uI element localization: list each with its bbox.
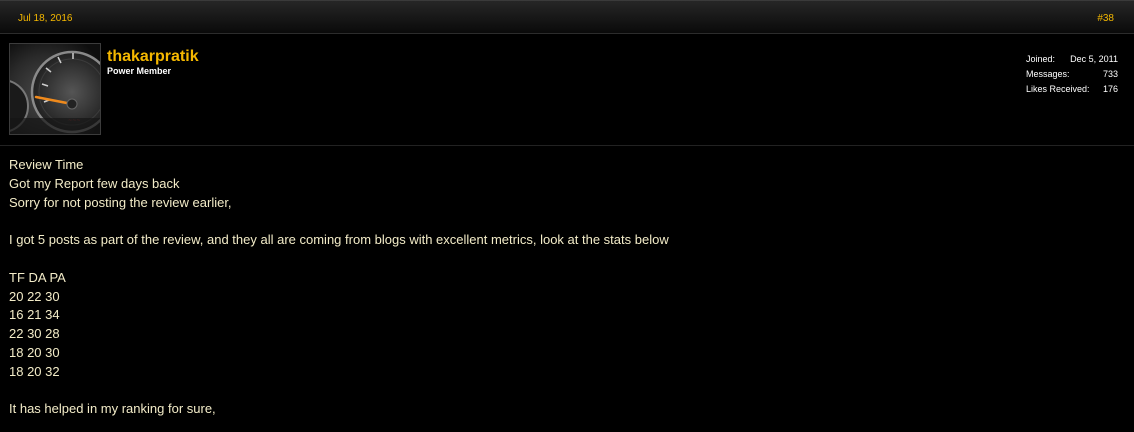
message-line: 18 20 32 [9, 363, 60, 379]
message-line: I got 5 posts as part of the review, and… [9, 232, 669, 248]
stat-label: Likes Received: [1026, 84, 1090, 94]
stat-messages: Messages: 733 [1026, 67, 1118, 82]
message-line: 18 20 30 [9, 344, 60, 360]
message-line [9, 382, 1119, 401]
message-line: 22 30 28 [9, 326, 60, 342]
stat-label: Joined: [1026, 54, 1056, 64]
message-line: Sorry for not posting the review earlier… [9, 194, 232, 210]
username-link[interactable]: thakarpratik [107, 48, 199, 66]
stat-label: Messages: [1026, 69, 1070, 79]
stat-joined: Joined: Dec 5, 2011 [1026, 52, 1118, 67]
post-date[interactable]: Jul 18, 2016 [18, 13, 73, 24]
message-line: It has helped in my ranking for sure, [9, 401, 216, 417]
speedometer-avatar-image: ~~~ [10, 44, 100, 134]
forum-post: Jul 18, 2016 #38 thakarpratik Power Memb… [0, 0, 1134, 432]
post-author-bar: ~~~ thakarpratik Power Member Joined: De… [0, 34, 1134, 146]
message-line: Got my Report few days back [9, 175, 180, 191]
message-line: 20 22 30 [9, 288, 60, 304]
stat-likes-received: Likes Received: 176 [1026, 82, 1118, 97]
message-line [9, 212, 1119, 231]
stat-value: Dec 5, 2011 [1070, 54, 1118, 64]
stat-value[interactable]: 733 [1103, 67, 1118, 82]
post-header: Jul 18, 2016 #38 [0, 0, 1134, 34]
message-body: Review Time Got my Report few days back … [9, 156, 1119, 419]
user-title: Power Member [107, 66, 172, 76]
message-line: 16 21 34 [9, 307, 60, 323]
post-permalink[interactable]: #38 [1097, 13, 1114, 24]
message-line [9, 250, 1119, 269]
message-line: Review Time [9, 157, 84, 172]
user-stats: Joined: Dec 5, 2011 Messages: 733 Likes … [1026, 52, 1118, 97]
message-line: TF DA PA [9, 269, 66, 285]
stat-value: 176 [1102, 84, 1118, 94]
avatar[interactable]: ~~~ [9, 43, 101, 135]
